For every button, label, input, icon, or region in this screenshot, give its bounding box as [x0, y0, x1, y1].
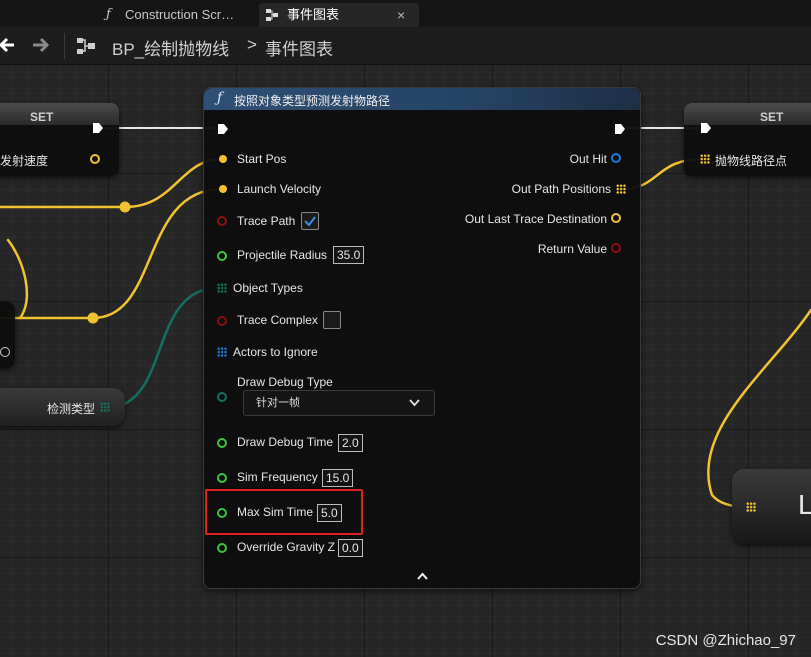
override-gravity-z-input[interactable]: 0.0: [338, 539, 363, 557]
max-sim-time-highlight: [205, 489, 363, 535]
object-types-pin[interactable]: [217, 283, 227, 293]
exec-out-pin[interactable]: [614, 123, 626, 135]
partial-right-node[interactable]: L: [732, 469, 811, 544]
vector-out-pin[interactable]: [90, 154, 100, 164]
node-title: SET: [30, 110, 54, 124]
checkmark-icon: [304, 216, 316, 227]
object-types-label: Object Types: [233, 281, 303, 295]
trace-path-pin[interactable]: [217, 216, 227, 226]
return-value-pin[interactable]: [611, 243, 621, 253]
pin-label: 发射速度: [0, 154, 49, 168]
out-path-positions-pin[interactable]: [616, 184, 626, 194]
sim-frequency-label: Sim Frequency: [237, 470, 318, 484]
launch-velocity-label: Launch Velocity: [237, 182, 322, 196]
draw-debug-time-label: Draw Debug Time: [237, 435, 334, 449]
vector-array-in-pin[interactable]: [746, 502, 756, 512]
out-hit-label: Out Hit: [569, 152, 607, 166]
sim-frequency-pin[interactable]: [217, 473, 227, 483]
projectile-radius-input[interactable]: 35.0: [333, 246, 365, 264]
detect-type-node[interactable]: 检测类型: [0, 388, 125, 426]
trace-complex-label: Trace Complex: [237, 313, 318, 327]
partial-node[interactable]: [0, 302, 15, 368]
clock-icon: [0, 347, 10, 357]
chevron-down-icon: [409, 399, 420, 407]
actors-to-ignore-pin[interactable]: [217, 347, 227, 357]
out-last-trace-destination-label: Out Last Trace Destination: [464, 212, 607, 226]
launch-velocity-pin[interactable]: [219, 185, 227, 193]
draw-debug-time-input[interactable]: 2.0: [338, 434, 363, 452]
override-gravity-z-pin[interactable]: [217, 543, 227, 553]
draw-debug-type-pin[interactable]: [217, 392, 227, 402]
watermark: CSDN @Zhichao_97: [655, 632, 796, 649]
actors-to-ignore-label: Actors to Ignore: [233, 345, 318, 359]
sim-frequency-input[interactable]: 15.0: [322, 469, 354, 487]
draw-debug-type-dropdown[interactable]: 针对一帧: [243, 390, 435, 416]
right-set-node[interactable]: SET 抛物线路径点: [684, 103, 811, 176]
node-title: 按照对象类型预测发射物路径: [234, 94, 391, 108]
node-title: SET: [760, 110, 784, 124]
reroute-knot: [119, 201, 131, 213]
reroute-knot: [87, 312, 99, 324]
override-gravity-z-label: Override Gravity Z: [237, 540, 336, 554]
projectile-radius-pin[interactable]: [217, 251, 227, 261]
start-pos-label: Start Pos: [237, 152, 287, 166]
start-pos-pin[interactable]: [219, 155, 227, 163]
exec-in-pin[interactable]: [700, 122, 712, 134]
vector-array-in-pin[interactable]: [700, 154, 710, 164]
function-icon: ƒ: [217, 90, 223, 106]
exec-in-pin[interactable]: [217, 123, 229, 135]
variable-label: 检测类型: [47, 402, 96, 416]
trace-complex-pin[interactable]: [217, 316, 227, 326]
draw-debug-time-pin[interactable]: [217, 438, 227, 448]
trace-path-checkbox[interactable]: [301, 212, 319, 230]
exec-out-pin[interactable]: [92, 122, 104, 134]
projectile-radius-label: Projectile Radius: [237, 248, 328, 262]
pin-label: 抛物线路径点: [715, 154, 788, 168]
dropdown-value: 针对一帧: [256, 397, 300, 409]
left-set-node[interactable]: SET 发射速度: [0, 103, 119, 176]
trace-complex-checkbox[interactable]: [323, 311, 341, 329]
draw-debug-type-label: Draw Debug Type: [237, 375, 333, 389]
object-type-array-pin[interactable]: [100, 402, 110, 412]
return-value-label: Return Value: [537, 242, 607, 256]
trace-path-label: Trace Path: [237, 214, 296, 228]
out-path-positions-label: Out Path Positions: [511, 182, 611, 196]
node-text: L: [798, 489, 811, 520]
out-hit-pin[interactable]: [611, 153, 621, 163]
chevron-up-icon[interactable]: [417, 572, 428, 580]
out-last-trace-destination-pin[interactable]: [611, 213, 621, 223]
